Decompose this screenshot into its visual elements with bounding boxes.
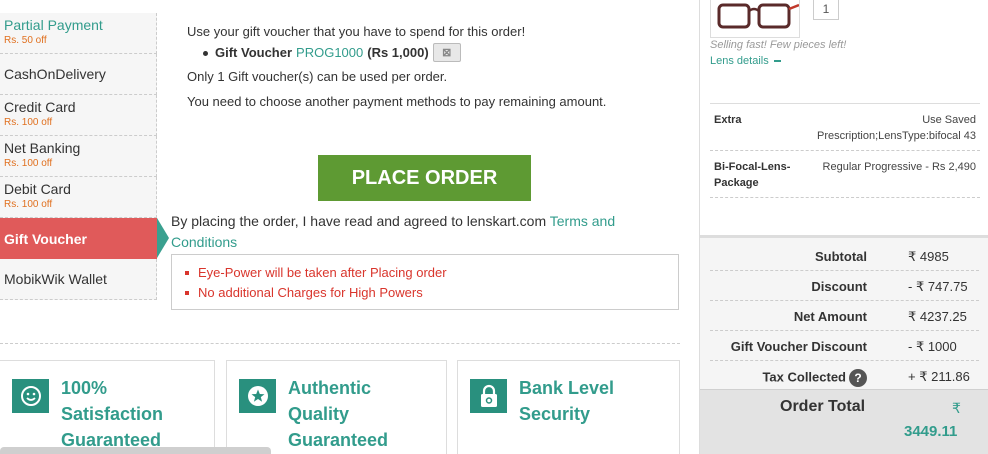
order-total-label: Order Total	[780, 398, 866, 415]
row-key: Extra	[714, 114, 742, 126]
voucher-code: PROG1000	[296, 44, 364, 60]
feature-text: 100% Satisfaction Guaranteed	[61, 378, 164, 450]
method-net-banking[interactable]: Net Banking Rs. 100 off	[0, 136, 157, 177]
remove-voucher-button[interactable]: ⊠	[432, 43, 461, 62]
selling-fast-note: Selling fast! Few pieces left!	[710, 39, 847, 51]
row-value: Use Saved Prescription;LensType:bifocal …	[817, 114, 976, 142]
method-label: Net Banking	[4, 140, 81, 156]
feature-satisfaction: 100% Satisfaction Guaranteed	[0, 360, 215, 454]
note-text: No additional Charges for High Powers	[198, 285, 423, 300]
voucher-limit-text: Only 1 Gift voucher(s) can be used per o…	[187, 69, 448, 84]
summary-value: - ₹ 747.75	[908, 279, 968, 294]
applied-voucher: Gift Voucher PROG1000 (Rs 1,000) ⊠	[202, 43, 606, 62]
note-item: No additional Charges for High Powers	[185, 283, 678, 303]
method-label: Credit Card	[4, 99, 76, 115]
payment-method-list: Partial Payment Rs. 50 off CashOnDeliver…	[0, 13, 169, 300]
minus-icon	[773, 60, 781, 63]
method-offer: Rs. 100 off	[4, 117, 53, 128]
summary-row-tax: Tax Collected? + ₹ 211.86	[710, 361, 979, 391]
row-key: Bi-Focal-Lens-Package	[714, 161, 791, 189]
summary-value: - ₹ 1000	[908, 339, 957, 354]
terms-agreement: By placing the order, I have read and ag…	[171, 211, 651, 253]
summary-value: + ₹ 211.86	[908, 369, 970, 384]
note-text: Eye-Power will be taken after Placing or…	[198, 265, 447, 280]
summary-label-wrap: Tax Collected?	[762, 369, 867, 387]
active-arrow-indicator	[157, 218, 169, 258]
order-notes: Eye-Power will be taken after Placing or…	[171, 254, 679, 310]
bullet-icon	[185, 291, 189, 295]
summary-label: Tax Collected	[762, 369, 846, 385]
order-total: Order Total ₹ 3449.11	[700, 389, 988, 454]
table-row: Bi-Focal-Lens-Package Regular Progressiv…	[710, 151, 980, 198]
summary-value: ₹ 4985	[908, 249, 949, 264]
method-label: Partial Payment	[4, 17, 103, 33]
feature-text: Authentic Quality Guaranteed	[288, 378, 389, 450]
method-partial-payment[interactable]: Partial Payment Rs. 50 off	[0, 13, 157, 54]
lock-icon	[470, 379, 507, 413]
lens-details-label: Lens details	[710, 55, 769, 67]
product-details-table: Extra Use Saved Prescription;LensType:bi…	[710, 103, 980, 198]
method-label: MobikWik Wallet	[4, 271, 107, 287]
rupee-icon: ₹	[952, 400, 961, 416]
summary-row-subtotal: Subtotal ₹ 4985	[710, 241, 979, 271]
feature-security: Bank Level Security	[457, 360, 680, 454]
lens-details-toggle[interactable]: Lens details	[710, 55, 781, 67]
order-summary-panel: 1 Selling fast! Few pieces left! Lens de…	[699, 0, 988, 454]
method-label: Debit Card	[4, 181, 71, 197]
gift-voucher-intro: Use your gift voucher that you have to s…	[187, 24, 526, 39]
method-offer: Rs. 50 off	[4, 35, 47, 46]
method-cash-on-delivery[interactable]: CashOnDelivery	[0, 54, 157, 95]
method-label: CashOnDelivery	[4, 66, 106, 82]
summary-label: Net Amount	[793, 309, 867, 324]
summary-value: ₹ 4237.25	[908, 309, 967, 324]
method-offer: Rs. 100 off	[4, 199, 53, 210]
gift-voucher-panel: Use your gift voucher that you have to s…	[187, 23, 606, 111]
product-image	[710, 0, 800, 38]
quantity-field[interactable]: 1	[813, 0, 839, 20]
method-label: Gift Voucher	[4, 230, 87, 247]
method-credit-card[interactable]: Credit Card Rs. 100 off	[0, 95, 157, 136]
summary-row-net-amount: Net Amount ₹ 4237.25	[710, 301, 979, 331]
order-total-value: 3449.11	[904, 423, 958, 440]
voucher-label: Gift Voucher	[215, 44, 293, 60]
help-icon[interactable]: ?	[849, 369, 867, 387]
method-debit-card[interactable]: Debit Card Rs. 100 off	[0, 177, 157, 218]
method-mobikwik-wallet[interactable]: MobikWik Wallet	[0, 259, 157, 300]
summary-label: Gift Voucher Discount	[730, 339, 867, 354]
bullet-icon	[185, 271, 189, 275]
method-offer: Rs. 100 off	[4, 158, 53, 169]
summary-label: Subtotal	[815, 249, 867, 264]
close-icon: ⊠	[442, 46, 452, 59]
method-gift-voucher[interactable]: Gift Voucher	[0, 218, 169, 259]
table-row: Extra Use Saved Prescription;LensType:bi…	[710, 104, 980, 151]
star-badge-icon	[239, 379, 276, 413]
horizontal-scrollbar[interactable]	[0, 447, 271, 454]
note-item: Eye-Power will be taken after Placing or…	[185, 263, 678, 283]
terms-text: By placing the order, I have read and ag…	[171, 213, 550, 229]
feature-authentic: Authentic Quality Guaranteed	[226, 360, 447, 454]
section-divider	[0, 343, 680, 344]
summary-label: Discount	[811, 279, 867, 294]
place-order-button[interactable]: PLACE ORDER	[318, 155, 531, 201]
summary-row-gift-voucher-discount: Gift Voucher Discount - ₹ 1000	[710, 331, 979, 361]
remaining-amount-text: You need to choose another payment metho…	[187, 94, 607, 109]
row-value: Regular Progressive - Rs 2,490	[822, 161, 976, 173]
smiley-icon	[12, 379, 49, 413]
voucher-amount: (Rs 1,000)	[367, 44, 429, 60]
summary-row-discount: Discount - ₹ 747.75	[710, 271, 979, 301]
feature-text: Bank Level Security	[519, 378, 615, 424]
